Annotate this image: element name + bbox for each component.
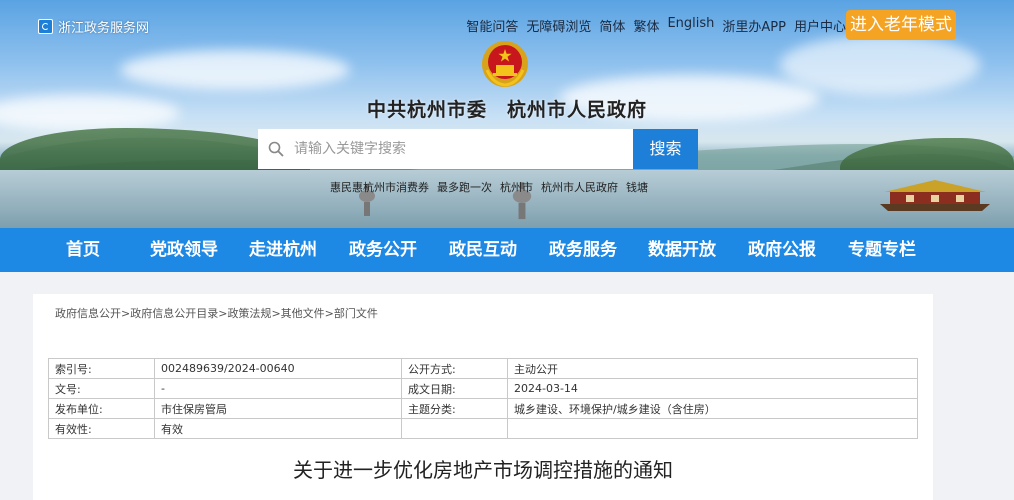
info-value: 有效 <box>154 418 402 439</box>
info-value <box>507 418 918 439</box>
site-name: 浙江政务服务网 <box>58 21 150 36</box>
breadcrumb-item[interactable]: 政府信息公开 <box>55 307 121 320</box>
elder-mode-button[interactable]: 进入老年模式 <box>846 10 956 40</box>
link-english[interactable]: English <box>667 16 714 35</box>
hot-word[interactable]: 杭州市人民政府 <box>541 179 618 195</box>
link-smart-qa[interactable]: 智能问答 <box>466 16 518 35</box>
hot-word[interactable]: 最多跑一次 <box>437 179 492 195</box>
table-row: 索引号: 002489639/2024-00640 公开方式: 主动公开 <box>48 358 918 379</box>
hot-words: 惠民惠杭州市消费券 最多跑一次 杭州市 杭州市人民政府 钱塘 <box>330 179 648 195</box>
info-label <box>401 418 508 439</box>
breadcrumb-item[interactable]: 政策法规 <box>227 307 271 320</box>
header-banner: 浙江政务服务网 智能问答 无障碍浏览 简体 繁体 English 浙里办APP … <box>0 0 1014 228</box>
cloud-decoration <box>780 35 980 95</box>
doc-info-table: 索引号: 002489639/2024-00640 公开方式: 主动公开 文号:… <box>48 358 918 439</box>
hot-word[interactable]: 惠民惠杭州市消费券 <box>330 179 429 195</box>
hot-word[interactable]: 杭州市 <box>500 179 533 195</box>
info-label: 文号: <box>48 378 155 399</box>
nav-item-services[interactable]: 政务服务 <box>549 228 617 272</box>
link-traditional[interactable]: 繁体 <box>633 16 659 35</box>
content-panel: 政府信息公开>政府信息公开目录>政策法规>其他文件>部门文件 索引号: 0024… <box>33 294 933 500</box>
link-user-center[interactable]: 用户中心 <box>794 16 846 35</box>
info-label: 索引号: <box>48 358 155 379</box>
info-label: 发布单位: <box>48 398 155 419</box>
breadcrumb-item[interactable]: 政府信息公开目录 <box>130 307 218 320</box>
info-value: 2024-03-14 <box>507 378 918 399</box>
national-emblem-icon <box>482 41 528 87</box>
link-accessibility[interactable]: 无障碍浏览 <box>526 16 591 35</box>
top-links: 智能问答 无障碍浏览 简体 繁体 English 浙里办APP 用户中心 <box>466 16 846 35</box>
site-title: 中共杭州市委 杭州市人民政府 <box>366 99 647 121</box>
hot-word[interactable]: 钱塘 <box>626 179 648 195</box>
cloud-decoration <box>120 50 350 90</box>
nav-item-leaders[interactable]: 党政领导 <box>150 228 218 272</box>
breadcrumb: 政府信息公开>政府信息公开目录>政策法规>其他文件>部门文件 <box>55 305 378 321</box>
info-label: 成文日期: <box>401 378 508 399</box>
info-label: 公开方式: <box>401 358 508 379</box>
search-input[interactable] <box>292 129 633 169</box>
nav-item-home[interactable]: 首页 <box>66 228 100 272</box>
info-label: 主题分类: <box>401 398 508 419</box>
nav-item-interaction[interactable]: 政民互动 <box>449 228 517 272</box>
nav-item-special[interactable]: 专题专栏 <box>848 228 916 272</box>
breadcrumb-item[interactable]: 其他文件 <box>281 307 325 320</box>
link-zlb-app[interactable]: 浙里办APP <box>722 16 786 35</box>
pavilion-boat-icon <box>880 180 990 211</box>
table-row: 发布单位: 市住保房管局 主题分类: 城乡建设、环境保护/城乡建设（含住房） <box>48 398 918 419</box>
link-simplified[interactable]: 简体 <box>599 16 625 35</box>
nav-item-gov-info[interactable]: 政务公开 <box>349 228 417 272</box>
search-button[interactable]: 搜索 <box>633 129 698 169</box>
nav-item-open-data[interactable]: 数据开放 <box>648 228 716 272</box>
info-label: 有效性: <box>48 418 155 439</box>
breadcrumb-separator: > <box>324 307 334 320</box>
breadcrumb-item[interactable]: 部门文件 <box>334 307 378 320</box>
document-title: 关于进一步优化房地产市场调控措施的通知 <box>293 458 673 482</box>
nav-item-about-hangzhou[interactable]: 走进杭州 <box>249 228 317 272</box>
main-nav: 首页 党政领导 走进杭州 政务公开 政民互动 政务服务 数据开放 政府公报 专题… <box>0 228 1014 272</box>
info-value: 市住保房管局 <box>154 398 402 419</box>
info-value: - <box>154 378 402 399</box>
search-icon <box>268 141 284 157</box>
breadcrumb-separator: > <box>121 307 131 320</box>
info-value: 主动公开 <box>507 358 918 379</box>
breadcrumb-separator: > <box>271 307 281 320</box>
search-box: 搜索 <box>258 129 698 169</box>
zjzwfw-logo[interactable]: 浙江政务服务网 <box>38 17 149 36</box>
table-row: 有效性: 有效 <box>48 418 918 439</box>
nav-item-gazette[interactable]: 政府公报 <box>748 228 816 272</box>
table-row: 文号: - 成文日期: 2024-03-14 <box>48 378 918 399</box>
info-value: 002489639/2024-00640 <box>154 358 402 379</box>
zjzwfw-logo-icon <box>38 19 53 34</box>
info-value: 城乡建设、环境保护/城乡建设（含住房） <box>507 398 918 419</box>
